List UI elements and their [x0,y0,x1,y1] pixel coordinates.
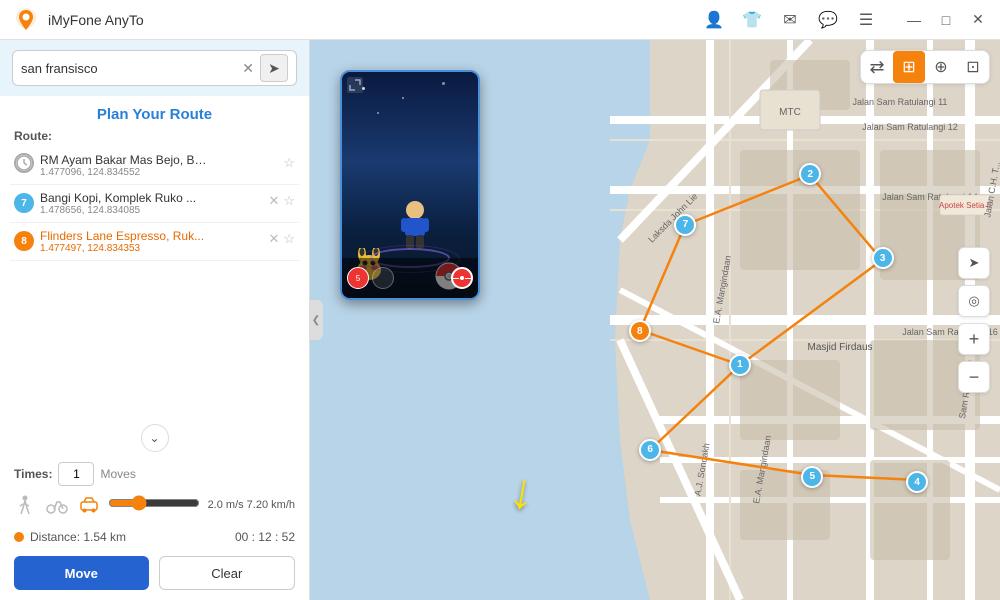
route-item-star-1[interactable]: ☆ [283,155,295,171]
target-mode-icon[interactable]: ⊕ [925,51,957,83]
app-logo [12,6,40,34]
collapse-panel-handle[interactable]: ❮ [309,300,323,340]
bike-icon [46,494,68,516]
route-item-info-1: RM Ayam Bakar Mas Bejo, Boule... 1.47709… [40,153,277,178]
portrait-mode-icon[interactable]: ⊡ [957,51,989,83]
svg-text:MTC: MTC [779,107,801,118]
minimize-button[interactable]: — [900,6,928,34]
map-marker-6[interactable]: 6 [639,439,661,461]
search-bar: san fransisco ✕ ➤ [0,40,309,96]
zoom-in-button[interactable]: + [958,323,990,355]
map-right-controls: ➤ ◎ + − [958,247,990,393]
search-input[interactable]: san fransisco [21,61,242,76]
maximize-button[interactable]: □ [932,6,960,34]
game-popup-inner: 5 [342,72,478,298]
route-item-info-3: Flinders Lane Espresso, Ruk... 1.477497,… [40,229,262,254]
route-panel: Plan Your Route Route: RM Ayam Bakar Mas… [0,96,309,600]
chat-icon[interactable]: 💬 [814,6,842,34]
search-go-button[interactable]: ➤ [260,54,288,82]
route-marker-7: 7 [14,193,34,213]
multi-stop-mode-icon[interactable]: ⊞ [893,51,925,83]
action-buttons: Move Clear [0,548,309,600]
title-bar: iMyFone AnyTo 👤 👕 ✉ 💬 ☰ — □ ✕ [0,0,1000,40]
route-item-actions-1: ☆ [283,155,295,171]
times-row: Times: Moves [0,458,309,490]
nav-icons: 👤 👕 ✉ 💬 ☰ [700,6,880,34]
map-marker-2[interactable]: 2 [799,163,821,185]
car-icon [78,494,100,516]
map-toolbar: ⇄ ⊞ ⊕ ⊡ [860,50,990,84]
time-text: 00 : 12 : 52 [235,530,295,544]
search-input-wrap: san fransisco ✕ ➤ [12,50,297,86]
mail-icon[interactable]: ✉ [776,6,804,34]
map-marker-7[interactable]: 7 [674,214,696,236]
route-list: RM Ayam Bakar Mas Bejo, Boule... 1.47709… [0,147,309,422]
times-input[interactable] [58,462,94,486]
speed-values: 2.0 m/s 7.20 km/h [208,499,295,511]
route-item-coords-2: 1.478656, 124.834085 [40,205,262,216]
speed-slider[interactable] [108,495,200,511]
locate-me-button[interactable]: ➤ [958,247,990,279]
center-map-button[interactable]: ◎ [958,285,990,317]
svg-text:Jalan Sam Ratulangi 12: Jalan Sam Ratulangi 12 [862,122,958,132]
map-area[interactable]: MTC Masjid Firdaus Jalan Sam Ratulangi 1… [310,40,1000,600]
times-label: Times: [14,467,52,481]
map-marker-1[interactable]: 1 [729,354,751,376]
shirt-icon[interactable]: 👕 [738,6,766,34]
route-mode-icon[interactable]: ⇄ [861,51,893,83]
window-controls: — □ ✕ [900,6,992,34]
route-item-coords-1: 1.477096, 124.834552 [40,167,277,178]
route-item-delete-2[interactable]: ✕ [268,193,279,209]
route-item-info-2: Bangi Kopi, Komplek Ruko ... 1.478656, 1… [40,191,262,216]
map-marker-4[interactable]: 4 [906,471,928,493]
svg-text:Jalan Sam Ratulangi 11: Jalan Sam Ratulangi 11 [853,97,948,107]
route-item-coords-3: 1.477497, 124.834353 [40,243,262,254]
map-marker-5[interactable]: 5 [801,466,823,488]
route-item-delete-3[interactable]: ✕ [268,231,279,247]
route-marker-clock [14,153,34,173]
app-title: iMyFone AnyTo [48,12,144,28]
orange-dot [14,532,24,542]
route-marker-8: 8 [14,231,34,251]
speed-slider-wrap [108,495,200,516]
svg-text:Masjid Firdaus: Masjid Firdaus [807,342,872,353]
route-item-name-1: RM Ayam Bakar Mas Bejo, Boule... [40,153,210,167]
route-item-1: RM Ayam Bakar Mas Bejo, Boule... 1.47709… [10,147,299,185]
profile-icon[interactable]: 👤 [700,6,728,34]
route-item-name-2: Bangi Kopi, Komplek Ruko ... [40,191,210,205]
route-item-2: 7 Bangi Kopi, Komplek Ruko ... 1.478656,… [10,185,299,223]
route-panel-title: Plan Your Route [0,96,309,129]
menu-icon[interactable]: ☰ [852,6,880,34]
search-clear-icon[interactable]: ✕ [242,60,254,77]
speed-row: 2.0 m/s 7.20 km/h [0,490,309,522]
map-marker-8[interactable]: 8 [629,320,651,342]
walk-icon [14,494,36,516]
left-panel: san fransisco ✕ ➤ Plan Your Route Route:… [0,40,310,600]
route-item-star-3[interactable]: ☆ [283,231,295,247]
close-button[interactable]: ✕ [964,6,992,34]
main-layout: san fransisco ✕ ➤ Plan Your Route Route:… [0,40,1000,600]
moves-label: Moves [100,467,135,481]
distance-text: Distance: 1.54 km [30,530,229,544]
route-item-3: 8 Flinders Lane Espresso, Ruk... 1.47749… [10,223,299,261]
expand-button[interactable]: ⌄ [0,422,309,458]
route-item-actions-2: ✕ ☆ [268,193,295,209]
map-marker-3[interactable]: 3 [872,247,894,269]
route-item-actions-3: ✕ ☆ [268,231,295,247]
route-item-star-2[interactable]: ☆ [283,193,295,209]
move-button[interactable]: Move [14,556,149,590]
game-popup: 5 [340,70,480,300]
route-label: Route: [0,129,309,147]
clear-button[interactable]: Clear [159,556,296,590]
zoom-out-button[interactable]: − [958,361,990,393]
bottom-info: Distance: 1.54 km 00 : 12 : 52 [0,522,309,548]
expand-circle-icon[interactable]: ⌄ [141,424,169,452]
route-item-name-3: Flinders Lane Espresso, Ruk... [40,229,210,243]
